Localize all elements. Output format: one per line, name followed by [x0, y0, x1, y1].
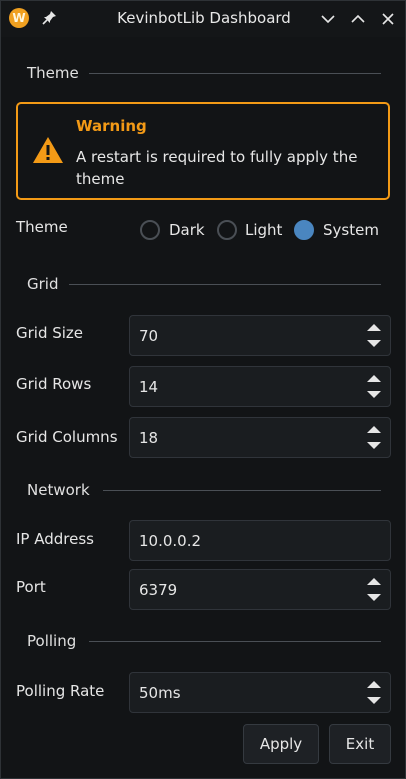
grid-size-value: 70	[139, 327, 159, 345]
section-divider	[103, 490, 381, 491]
warning-icon	[33, 137, 63, 163]
section-polling-label: Polling	[27, 632, 77, 650]
polling-rate-spinbox[interactable]: 50ms	[129, 672, 391, 713]
theme-dark-radio[interactable]	[140, 220, 160, 240]
theme-light-label[interactable]: Light	[245, 221, 282, 239]
ip-address-input[interactable]: 10.0.0.2	[129, 520, 391, 561]
spin-down-icon[interactable]	[366, 338, 382, 350]
spin-up-icon[interactable]	[366, 678, 382, 690]
port-value: 6379	[139, 581, 178, 599]
section-divider	[89, 73, 381, 74]
grid-columns-label: Grid Columns	[16, 428, 118, 446]
restart-warning-banner: Warning A restart is required to fully a…	[16, 102, 390, 200]
theme-system-label[interactable]: System	[323, 221, 379, 239]
grid-size-label: Grid Size	[16, 324, 84, 342]
ip-address-label: IP Address	[16, 530, 94, 548]
theme-system-radio[interactable]	[294, 220, 314, 240]
section-divider	[89, 641, 381, 642]
section-grid-label: Grid	[27, 275, 59, 293]
grid-rows-label: Grid Rows	[16, 375, 92, 393]
section-network-label: Network	[27, 481, 90, 499]
warning-title: Warning	[76, 117, 147, 135]
grid-columns-value: 18	[139, 429, 159, 447]
spin-down-icon[interactable]	[366, 389, 382, 401]
spin-up-icon[interactable]	[366, 372, 382, 384]
grid-rows-value: 14	[139, 378, 159, 396]
spin-down-icon[interactable]	[366, 440, 382, 452]
title-bar[interactable]: W KevinbotLib Dashboard	[1, 1, 405, 37]
theme-dark-label[interactable]: Dark	[169, 221, 205, 239]
maximize-icon[interactable]	[346, 7, 370, 31]
theme-label: Theme	[16, 218, 68, 236]
ip-address-value: 10.0.0.2	[139, 532, 202, 550]
polling-rate-label: Polling Rate	[16, 682, 105, 700]
apply-button[interactable]: Apply	[243, 724, 319, 764]
grid-size-spinbox[interactable]: 70	[129, 315, 391, 356]
grid-rows-spinbox[interactable]: 14	[129, 366, 391, 407]
minimize-icon[interactable]	[316, 7, 340, 31]
polling-rate-value: 50ms	[139, 684, 181, 702]
spin-down-icon[interactable]	[366, 592, 382, 604]
warning-message: A restart is required to fully apply the…	[76, 148, 358, 188]
exit-button[interactable]: Exit	[329, 724, 391, 764]
theme-light-radio[interactable]	[217, 220, 237, 240]
section-theme-label: Theme	[27, 64, 79, 82]
spin-up-icon[interactable]	[366, 575, 382, 587]
port-spinbox[interactable]: 6379	[129, 569, 391, 610]
spin-down-icon[interactable]	[366, 695, 382, 707]
port-label: Port	[16, 578, 46, 596]
spin-up-icon[interactable]	[366, 423, 382, 435]
grid-columns-spinbox[interactable]: 18	[129, 417, 391, 458]
dashboard-window: W KevinbotLib Dashboard Theme Warning A …	[0, 0, 406, 779]
close-icon[interactable]	[376, 7, 400, 31]
section-divider	[69, 284, 381, 285]
spin-up-icon[interactable]	[366, 321, 382, 333]
